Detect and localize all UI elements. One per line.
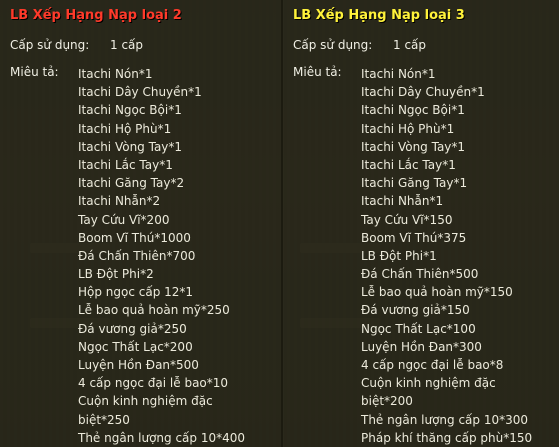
reward-item: Itachi Nón*1 <box>361 67 436 81</box>
usage-value: 1 cấp <box>393 38 427 52</box>
reward-item: Itachi Găng Tay*1 <box>361 176 468 191</box>
reward-item: Itachi Ngọc Bội*1 <box>78 103 182 118</box>
reward-item: Lễ bao quả hoàn mỹ*150 <box>361 285 513 300</box>
reward-item: Boom Vĩ Thú*1000 <box>78 230 191 245</box>
reward-item: Itachi Nhẫn*2 <box>78 194 161 209</box>
reward-list: Itachi Nón*1 Itachi Dây Chuyền*1 Itachi Ng… <box>78 65 245 447</box>
reward-item: Itachi Hộ Phù*1 <box>78 121 172 136</box>
reward-item: LB Đột Phi*2 <box>78 267 154 282</box>
reward-item: Đá vương giả*150 <box>361 303 470 318</box>
reward-item: Tay Cứu Vĩ*150 <box>361 212 453 227</box>
reward-item: Pháp khí thăng cấp phù*150 <box>361 430 533 445</box>
reward-item: Itachi Găng Tay*2 <box>78 176 185 191</box>
description-label: Miêu tả: <box>293 65 342 79</box>
reward-item: biệt*200 <box>361 394 413 409</box>
reward-list: Itachi Nón*1 Itachi Dây Chuyền*1 Itachi Ng… <box>361 65 532 447</box>
usage-label: Cấp sử dụng: <box>293 38 373 52</box>
reward-item: Cuộn kinh nghiệm đặc <box>361 376 496 391</box>
usage-level: Cấp sử dụng: 1 cấp <box>293 38 426 52</box>
reward-item: Itachi Lắc Tay*1 <box>361 157 456 172</box>
reward-item: Itachi Vòng Tay*1 <box>78 139 183 154</box>
reward-item: biệt*250 <box>78 412 130 427</box>
reward-item: Itachi Vòng Tay*1 <box>361 139 466 154</box>
reward-item: Đá Chấn Thiên*500 <box>361 267 479 282</box>
reward-item: Lễ bao quả hoàn mỹ*250 <box>78 303 230 318</box>
reward-item: Itachi Lắc Tay*1 <box>78 157 173 172</box>
item-title: LB Xếp Hạng Nạp loại 3 <box>293 8 465 23</box>
reward-item: Itachi Nón*1 <box>78 67 153 81</box>
reward-item: Đá Chấn Thiên*700 <box>78 248 196 263</box>
reward-item: Luyện Hồn Đan*500 <box>78 358 199 372</box>
reward-item: Thẻ ngân lượng cấp 10*400 <box>78 430 246 445</box>
reward-item: Luyện Hồn Đan*300 <box>361 339 482 354</box>
reward-item: Itachi Dây Chuyền*1 <box>78 85 202 100</box>
usage-level: Cấp sử dụng: 1 cấp <box>10 38 143 52</box>
reward-item: Boom Vĩ Thú*375 <box>361 230 467 245</box>
reward-item: 4 cấp ngọc đại lễ bao*8 <box>361 358 504 372</box>
reward-item: 4 cấp ngọc đại lễ bao*10 <box>78 376 229 391</box>
reward-item: Itachi Ngọc Bội*1 <box>361 103 465 118</box>
reward-item: Cuộn kinh nghiệm đặc <box>78 394 213 409</box>
item-tooltip-right: LB Xếp Hạng Nạp loại 3 Cấp sử dụng: 1 cấ… <box>283 0 559 447</box>
reward-item: Ngọc Thất Lạc*100 <box>361 321 476 336</box>
reward-item: Itachi Hộ Phù*1 <box>361 121 455 136</box>
reward-item: Đá vương giả*250 <box>78 321 187 336</box>
reward-item: LB Đột Phi*1 <box>361 248 437 263</box>
reward-item: Hộp ngọc cấp 12*1 <box>78 285 194 300</box>
reward-item: Tay Cứu Vĩ*200 <box>78 212 170 227</box>
reward-item: Itachi Nhẫn*1 <box>361 194 444 209</box>
item-tooltip-left: LB Xếp Hạng Nạp loại 2 Cấp sử dụng: 1 cấ… <box>0 0 281 447</box>
reward-item: Itachi Dây Chuyền*1 <box>361 85 485 100</box>
reward-item: Thẻ ngân lượng cấp 10*300 <box>361 412 529 427</box>
usage-label: Cấp sử dụng: <box>10 38 90 52</box>
reward-item: Ngọc Thất Lạc*200 <box>78 339 193 354</box>
usage-value: 1 cấp <box>110 38 144 52</box>
description-label: Miêu tả: <box>10 65 59 79</box>
item-title: LB Xếp Hạng Nạp loại 2 <box>10 8 182 23</box>
